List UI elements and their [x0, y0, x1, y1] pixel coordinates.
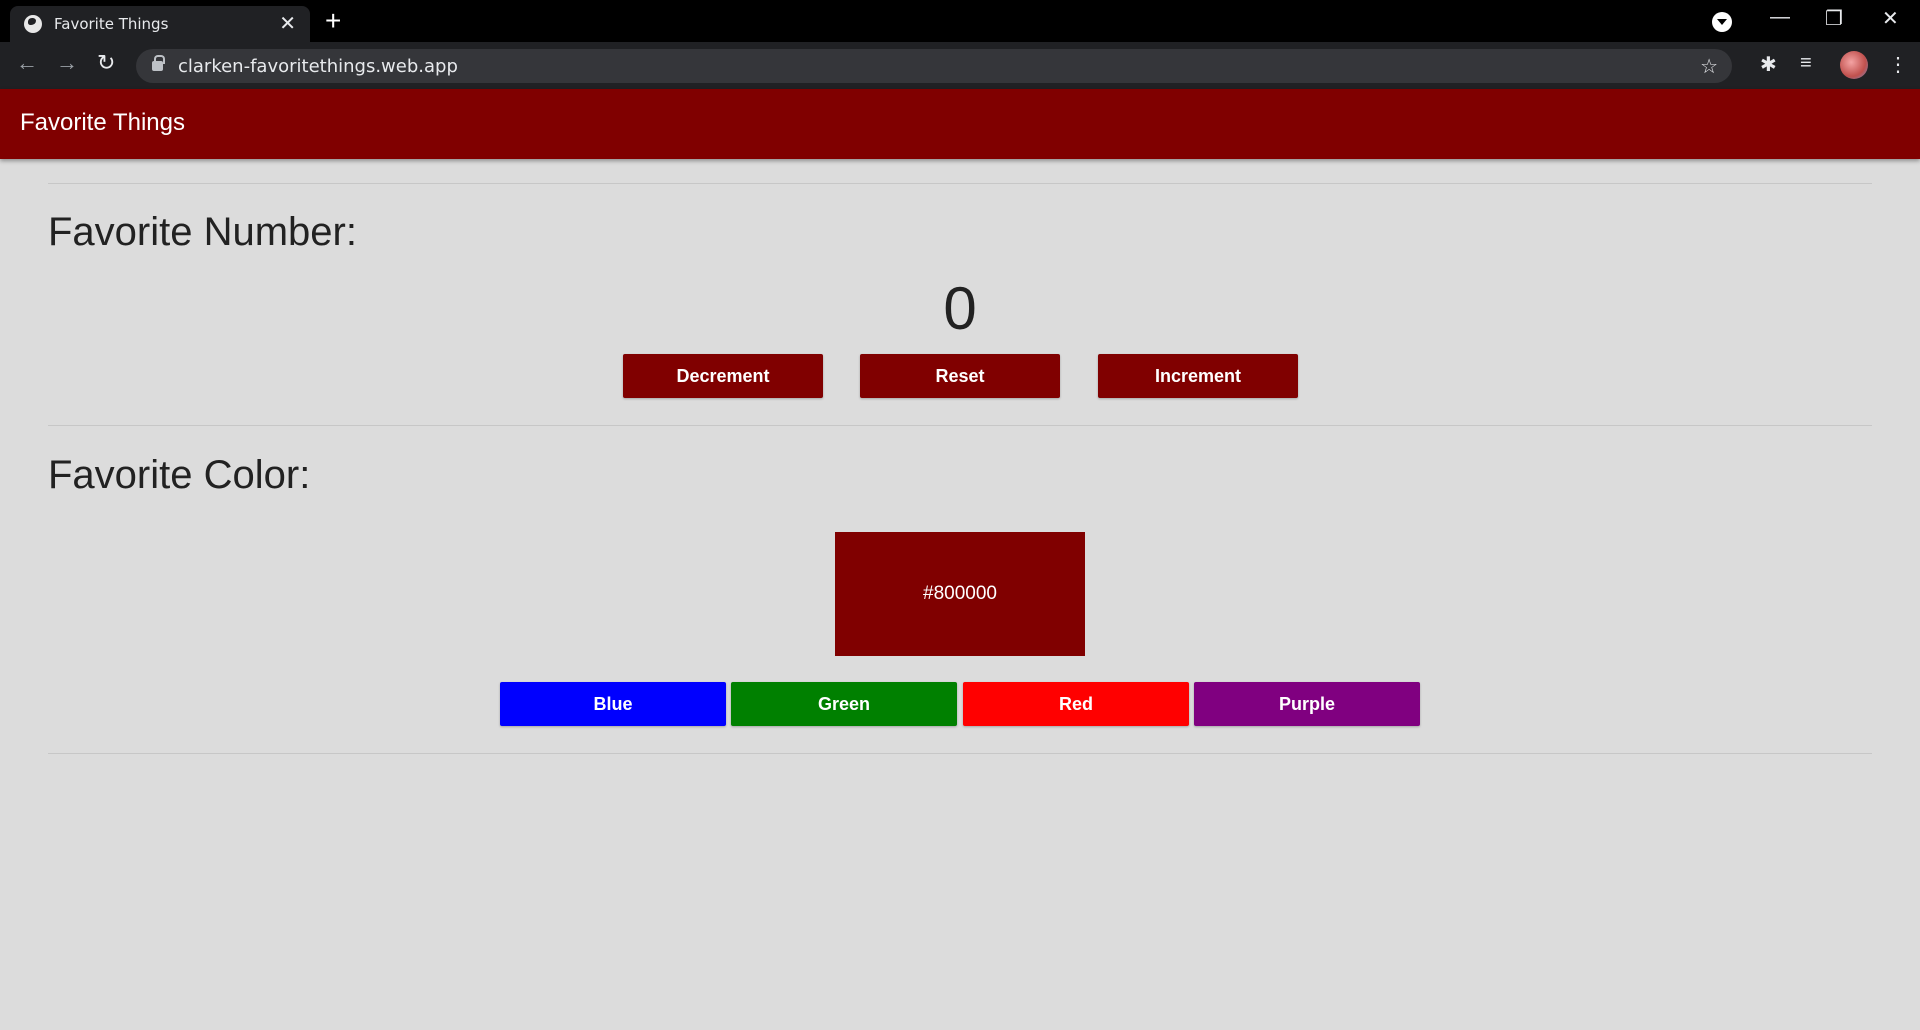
bookmark-star-icon[interactable]: ☆: [1700, 54, 1718, 79]
green-button[interactable]: Green: [731, 682, 957, 726]
tab-search-icon[interactable]: [1712, 12, 1732, 32]
app-bar: Favorite Things: [0, 89, 1920, 159]
decrement-button[interactable]: Decrement: [623, 354, 823, 398]
purple-button[interactable]: Purple: [1194, 682, 1420, 726]
media-queue-icon[interactable]: ≡: [1800, 52, 1812, 75]
red-button[interactable]: Red: [963, 682, 1189, 726]
globe-icon: [24, 15, 42, 33]
browser-toolbar: ← → ↻ clarken-favoritethings.web.app ☆ ✱…: [0, 42, 1920, 89]
favorite-color-title: Favorite Color:: [48, 453, 311, 497]
close-window-icon[interactable]: ✕: [1882, 6, 1899, 31]
tab-title: Favorite Things: [54, 15, 169, 33]
blue-button[interactable]: Blue: [500, 682, 726, 726]
lock-icon: [152, 55, 165, 71]
extensions-icon[interactable]: ✱: [1760, 52, 1777, 77]
restore-icon[interactable]: ❐: [1825, 6, 1843, 31]
address-bar[interactable]: clarken-favoritethings.web.app ☆: [136, 49, 1732, 83]
color-swatch: #800000: [835, 532, 1085, 656]
back-icon[interactable]: ←: [16, 50, 38, 76]
forward-icon[interactable]: →: [56, 50, 78, 76]
color-hex-label: #800000: [923, 583, 997, 604]
browser-tab[interactable]: Favorite Things ✕: [10, 6, 310, 42]
reload-icon[interactable]: ↻: [97, 50, 115, 76]
profile-avatar[interactable]: [1840, 51, 1868, 79]
close-tab-icon[interactable]: ✕: [279, 14, 296, 34]
divider: [48, 425, 1872, 426]
divider: [48, 183, 1872, 184]
url-text: clarken-favoritethings.web.app: [178, 56, 458, 77]
new-tab-icon[interactable]: +: [325, 7, 341, 35]
increment-button[interactable]: Increment: [1098, 354, 1298, 398]
divider: [48, 753, 1872, 754]
menu-kebab-icon[interactable]: ⋮: [1888, 52, 1908, 77]
minimize-icon[interactable]: —: [1770, 6, 1790, 29]
browser-tab-bar: Favorite Things ✕ + — ❐ ✕: [0, 0, 1920, 42]
favorite-number-title: Favorite Number:: [48, 210, 357, 254]
number-display: 0: [943, 275, 977, 342]
app-title: Favorite Things: [20, 109, 185, 136]
reset-button[interactable]: Reset: [860, 354, 1060, 398]
